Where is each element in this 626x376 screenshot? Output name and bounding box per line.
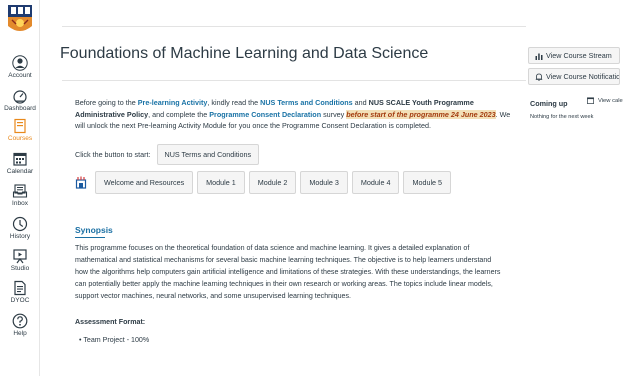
module-button-1[interactable]: Module 1 bbox=[197, 171, 245, 194]
global-nav: Account Dashboard Courses Calendar Inbox… bbox=[0, 0, 40, 376]
module-button-5[interactable]: Module 5 bbox=[403, 171, 452, 194]
pre-learning-activity-link[interactable]: Pre-learning Activity bbox=[138, 98, 208, 107]
intro-text: , kindly read the bbox=[207, 98, 261, 107]
view-course-stream-label: View Course Stream bbox=[546, 51, 612, 60]
nav-inbox[interactable]: Inbox bbox=[0, 183, 40, 207]
divider bbox=[62, 80, 526, 81]
synopsis-heading: Synopsis bbox=[75, 225, 113, 235]
calendar-icon bbox=[587, 97, 594, 104]
nav-dyoc[interactable]: DYOC bbox=[0, 280, 40, 304]
top-bar bbox=[62, 0, 526, 27]
intro-paragraph: Before going to the Pre-learning Activit… bbox=[75, 97, 515, 132]
view-course-notifications-button[interactable]: View Course Notifications bbox=[528, 68, 620, 85]
page-title: Foundations of Machine Learning and Data… bbox=[60, 45, 429, 62]
view-course-notifications-label: View Course Notifications bbox=[546, 72, 620, 81]
assessment-item: • Team Project - 100% bbox=[79, 336, 150, 344]
deadline-highlight: before start of the programme 24 June 20… bbox=[346, 109, 496, 119]
synopsis-underline bbox=[75, 237, 105, 238]
module-button-welcome[interactable]: Welcome and Resources bbox=[95, 171, 194, 194]
start-row: Click the button to start: NUS Terms and… bbox=[75, 144, 260, 165]
intro-text: , and complete the bbox=[148, 109, 210, 119]
dashboard-icon bbox=[13, 90, 27, 104]
intro-text: and bbox=[352, 98, 369, 107]
nav-label: Dashboard bbox=[4, 105, 36, 112]
consent-declaration-link[interactable]: Programme Consent Declaration bbox=[209, 110, 321, 119]
synopsis-text: This programme focuses on the theoretica… bbox=[75, 244, 501, 300]
intro-text: survey bbox=[321, 109, 347, 119]
nav-dashboard[interactable]: Dashboard bbox=[0, 88, 40, 112]
nav-studio[interactable]: Studio bbox=[0, 248, 40, 272]
studio-icon bbox=[13, 249, 27, 264]
dyoc-icon bbox=[14, 280, 26, 296]
nav-account[interactable]: Account bbox=[0, 55, 40, 79]
calendar-icon bbox=[13, 152, 27, 166]
inbox-icon bbox=[12, 184, 28, 198]
assessment-item-text: Team Project - 100% bbox=[83, 336, 150, 344]
help-icon bbox=[12, 313, 28, 329]
nus-terms-link[interactable]: NUS Terms and Conditions bbox=[260, 98, 353, 107]
history-icon bbox=[12, 216, 28, 232]
nav-history[interactable]: History bbox=[0, 216, 40, 240]
view-calendar-label: View cale bbox=[598, 97, 623, 104]
nav-help[interactable]: Help bbox=[0, 313, 40, 337]
course-sidebar: View Course Stream View Course Notificat… bbox=[528, 0, 626, 376]
module-button-2[interactable]: Module 2 bbox=[248, 171, 297, 194]
nav-label: Studio bbox=[10, 265, 30, 272]
assessment-heading: Assessment Format: bbox=[75, 318, 146, 326]
course-main: Foundations of Machine Learning and Data… bbox=[40, 0, 626, 376]
nav-label: DYOC bbox=[10, 297, 30, 304]
start-label: Click the button to start: bbox=[75, 150, 151, 159]
module-nav: Welcome and Resources Module 1 Module 2 … bbox=[75, 171, 455, 194]
view-course-stream-button[interactable]: View Course Stream bbox=[528, 47, 620, 64]
nav-label: Courses bbox=[7, 135, 33, 142]
module-button-4[interactable]: Module 4 bbox=[351, 171, 400, 194]
account-icon bbox=[12, 55, 28, 71]
intro-text: Before going to the bbox=[75, 98, 138, 107]
nav-courses[interactable]: Courses bbox=[0, 118, 40, 142]
nus-terms-button[interactable]: NUS Terms and Conditions bbox=[156, 144, 260, 165]
home-icon[interactable] bbox=[75, 176, 87, 189]
nav-label: Inbox bbox=[12, 200, 28, 207]
nav-label: Help bbox=[13, 330, 27, 337]
university-crest-logo[interactable] bbox=[7, 4, 33, 36]
courses-icon bbox=[14, 118, 26, 134]
bell-icon bbox=[535, 73, 543, 81]
view-calendar-link[interactable]: View cale bbox=[587, 97, 623, 104]
bar-chart-icon bbox=[535, 53, 543, 60]
module-button-3[interactable]: Module 3 bbox=[300, 171, 348, 194]
coming-up-heading: Coming up bbox=[530, 99, 568, 108]
nav-label: History bbox=[9, 233, 31, 240]
nav-label: Account bbox=[8, 72, 32, 79]
nav-label: Calendar bbox=[6, 168, 34, 175]
nothing-upcoming-text: Nothing for the next week bbox=[530, 114, 594, 120]
nav-calendar[interactable]: Calendar bbox=[0, 151, 40, 175]
